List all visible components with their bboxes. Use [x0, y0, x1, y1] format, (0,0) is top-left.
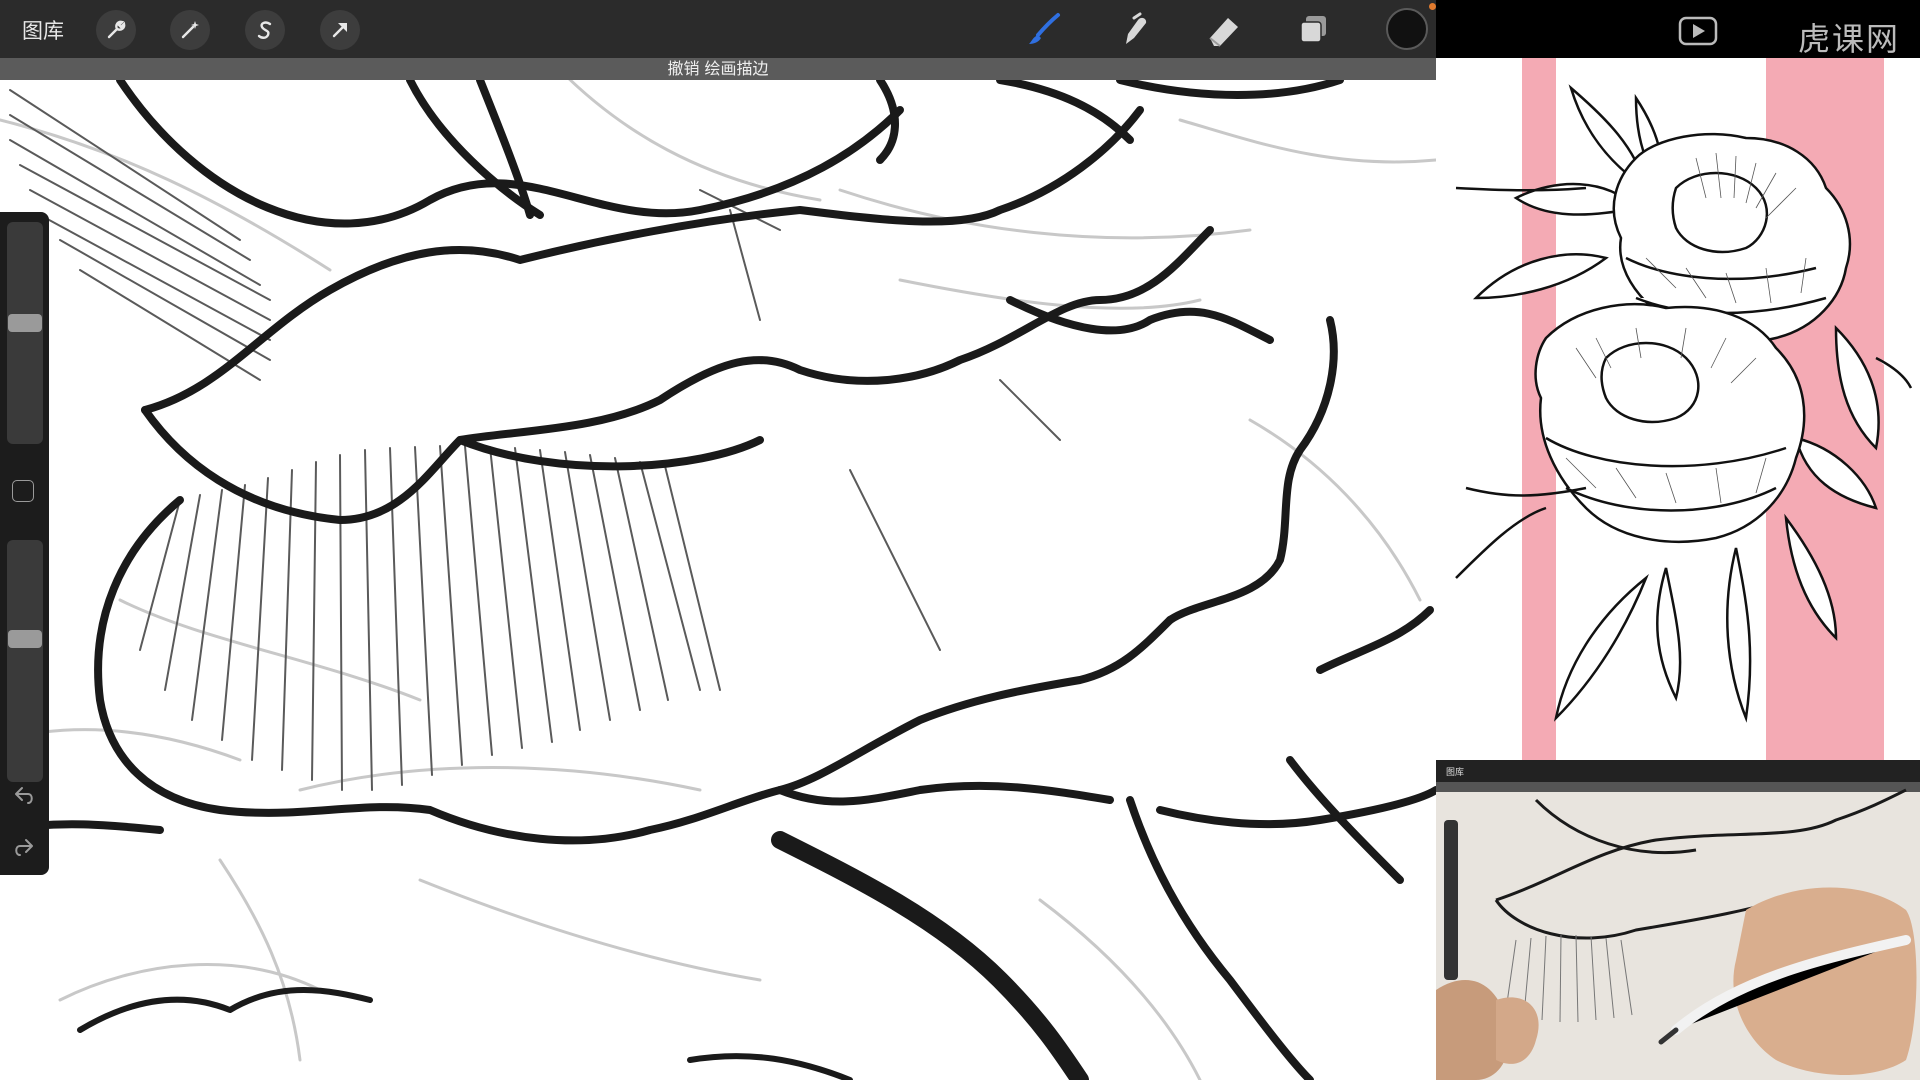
opacity-slider[interactable] [7, 540, 43, 782]
notification-dot [1429, 3, 1436, 10]
brush-size-slider[interactable] [7, 222, 43, 444]
ink-lower-petal [77, 987, 853, 1080]
drawing-canvas[interactable] [0, 0, 1436, 1080]
brush-size-thumb[interactable] [8, 314, 42, 332]
opacity-thumb[interactable] [8, 630, 42, 648]
modify-square-icon[interactable] [12, 480, 34, 502]
redo-icon[interactable] [10, 834, 38, 862]
ink-heavy-stroke [771, 831, 1089, 1080]
reference-image [1436, 58, 1920, 760]
procreate-app: 图库 撤销 绘画描边 [0, 0, 1436, 1080]
undo-icon[interactable] [10, 782, 38, 810]
watermark-text: 虎课网 [1797, 20, 1900, 58]
magic-wand-icon[interactable] [170, 10, 210, 50]
arrow-transform-icon[interactable] [320, 10, 360, 50]
mini-gallery-label: 图库 [1446, 766, 1464, 778]
gallery-button[interactable]: 图库 [22, 15, 64, 45]
camera-overlay: 图库 [1436, 760, 1920, 1080]
color-picker-swatch[interactable] [1386, 8, 1428, 50]
undo-banner: 撤销 绘画描边 [0, 58, 1436, 80]
wrench-icon[interactable] [96, 10, 136, 50]
selection-s-icon[interactable] [245, 10, 285, 50]
ink-outlines [0, 76, 1436, 1080]
smudge-icon[interactable] [1114, 10, 1154, 50]
camera-feed: 图库 [1436, 760, 1920, 1080]
top-toolbar: 图库 [0, 0, 1436, 58]
watermark-bar: 虎课网 [1436, 0, 1920, 58]
layers-icon[interactable] [1294, 10, 1334, 50]
left-sidebar [0, 212, 49, 875]
play-logo-icon [1678, 16, 1718, 46]
brush-icon[interactable] [1024, 10, 1064, 50]
eraser-icon[interactable] [1204, 10, 1244, 50]
